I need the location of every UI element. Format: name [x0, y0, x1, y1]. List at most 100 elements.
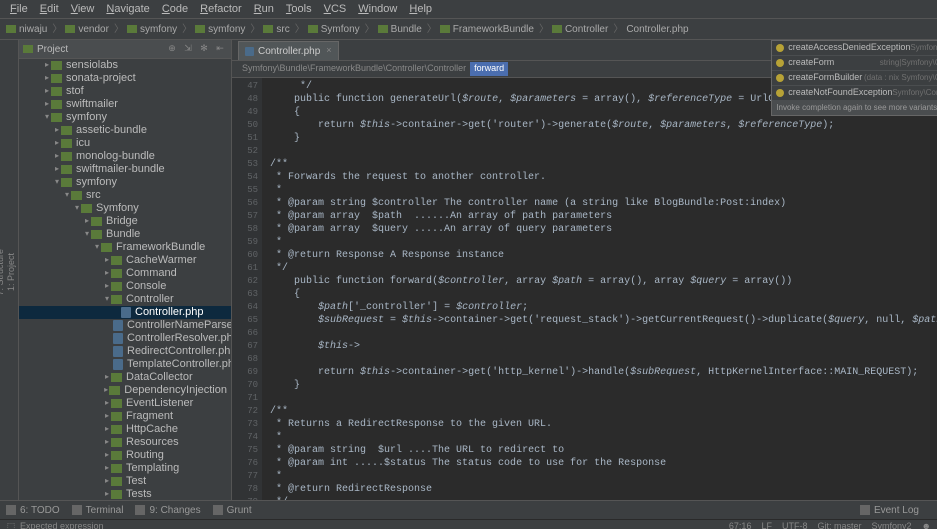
tree-arrow-icon[interactable]: ▸	[103, 450, 111, 460]
tree-arrow-icon[interactable]: ▾	[103, 294, 111, 304]
nav-crumb[interactable]: symfony	[127, 23, 177, 36]
tree-folder[interactable]: ▸HttpCache	[19, 423, 231, 436]
completion-item[interactable]: createFormBuilder(data : nix Symfony\Com…	[772, 71, 937, 86]
tree-folder[interactable]: ▸Templating	[19, 462, 231, 475]
tree-arrow-icon[interactable]: ▸	[53, 164, 61, 174]
menu-view[interactable]: View	[65, 2, 101, 16]
tree-arrow-icon[interactable]: ▸	[103, 489, 111, 499]
tree-arrow-icon[interactable]: ▸	[103, 255, 111, 265]
tree-file[interactable]: RedirectController.php	[19, 345, 231, 358]
git-branch[interactable]: Git: master	[817, 521, 861, 529]
tree-folder[interactable]: ▸Command	[19, 267, 231, 280]
menu-help[interactable]: Help	[403, 2, 438, 16]
tree-arrow-icon[interactable]: ▸	[103, 372, 111, 382]
nav-crumb[interactable]: vendor	[65, 23, 109, 36]
tree-folder[interactable]: ▸monolog-bundle	[19, 150, 231, 163]
tree-arrow-icon[interactable]: ▸	[103, 476, 111, 486]
menu-navigate[interactable]: Navigate	[100, 2, 155, 16]
tree-arrow-icon[interactable]: ▸	[103, 268, 111, 278]
nav-crumb[interactable]: src	[263, 23, 289, 36]
scroll-from-source-icon[interactable]: ⊕	[165, 42, 179, 56]
tree-folder[interactable]: ▸icu	[19, 137, 231, 150]
menu-window[interactable]: Window	[352, 2, 403, 16]
tree-folder[interactable]: ▸Console	[19, 280, 231, 293]
menu-refactor[interactable]: Refactor	[194, 2, 248, 16]
nav-crumb[interactable]: symfony	[195, 23, 245, 36]
bottom-tool-button[interactable]: 9: Changes	[135, 504, 200, 517]
tree-folder[interactable]: ▾src	[19, 189, 231, 202]
menu-file[interactable]: File	[4, 2, 34, 16]
completion-item[interactable]: createFormstring|Symfony\Co Symfony	[772, 56, 937, 71]
tree-arrow-icon[interactable]: ▸	[103, 281, 111, 291]
tree-folder[interactable]: ▾Symfony	[19, 202, 231, 215]
tree-arrow-icon[interactable]: ▸	[103, 437, 111, 447]
bottom-tool-button[interactable]: Grunt	[213, 504, 252, 517]
tree-folder[interactable]: ▸Tests	[19, 488, 231, 500]
tree-arrow-icon[interactable]: ▸	[103, 424, 111, 434]
nav-crumb[interactable]: niwaju	[6, 23, 47, 36]
nav-crumb[interactable]: Bundle	[378, 23, 422, 36]
tool-button[interactable]: 7: Structure	[0, 249, 6, 296]
tree-folder[interactable]: ▸DependencyInjection	[19, 384, 231, 397]
tree-folder[interactable]: ▾Bundle	[19, 228, 231, 241]
tree-arrow-icon[interactable]: ▾	[53, 177, 61, 187]
bottom-tool-button[interactable]: 6: TODO	[6, 504, 60, 517]
nav-crumb[interactable]: FrameworkBundle	[440, 23, 534, 36]
tree-arrow-icon[interactable]: ▾	[73, 203, 81, 213]
close-icon[interactable]: ×	[326, 45, 331, 57]
tool-button[interactable]: 1: Project	[6, 253, 18, 291]
completion-item[interactable]: createNotFoundExceptionSymfony\Component…	[772, 86, 937, 101]
tree-folder[interactable]: ▸stof	[19, 85, 231, 98]
tree-folder[interactable]: ▸assetic-bundle	[19, 124, 231, 137]
tree-folder[interactable]: ▸Routing	[19, 449, 231, 462]
tree-folder[interactable]: ▸Resources	[19, 436, 231, 449]
tree-arrow-icon[interactable]: ▸	[53, 138, 61, 148]
breadcrumb-item[interactable]: Symfony\Bundle\FrameworkBundle\Controlle…	[238, 62, 470, 76]
bottom-tool-button[interactable]: Terminal	[72, 504, 124, 517]
tree-folder[interactable]: ▸EventListener	[19, 397, 231, 410]
collapse-all-icon[interactable]: ⇲	[181, 42, 195, 56]
tree-folder[interactable]: ▸swiftmailer-bundle	[19, 163, 231, 176]
tree-arrow-icon[interactable]: ▸	[43, 73, 51, 83]
tree-arrow-icon[interactable]: ▸	[53, 125, 61, 135]
tree-arrow-icon[interactable]: ▸	[43, 60, 51, 70]
completion-popup[interactable]: createAccessDeniedExceptionSymfony\Compo…	[771, 40, 937, 116]
tree-folder[interactable]: ▸swiftmailer	[19, 98, 231, 111]
editor-tab[interactable]: Controller.php ×	[238, 41, 339, 60]
tree-arrow-icon[interactable]: ▸	[103, 411, 111, 421]
event-log-button[interactable]: Event Log	[860, 504, 919, 517]
code-text[interactable]: */ public function generateUrl($route, $…	[262, 78, 937, 500]
nav-crumb[interactable]: Controller.php	[626, 23, 688, 36]
breadcrumb-item[interactable]: forward	[470, 62, 508, 76]
tool-window-stripe-left[interactable]: 1: Project7: StructureFavoritesSymfony2	[0, 40, 19, 500]
tree-folder[interactable]: ▾Controller	[19, 293, 231, 306]
tree-file[interactable]: TemplateController.php	[19, 358, 231, 371]
tree-folder[interactable]: ▾symfony	[19, 176, 231, 189]
project-tree[interactable]: ▸sensiolabs▸sonata-project▸stof▸swiftmai…	[19, 59, 231, 500]
menu-run[interactable]: Run	[248, 2, 280, 16]
project-tool-title[interactable]: Project	[23, 43, 68, 56]
gear-icon[interactable]: ✻	[197, 42, 211, 56]
tree-arrow-icon[interactable]: ▸	[43, 86, 51, 96]
menu-tools[interactable]: Tools	[280, 2, 318, 16]
tree-arrow-icon[interactable]: ▾	[63, 190, 71, 200]
completion-item[interactable]: createAccessDeniedExceptionSymfony\Compo…	[772, 41, 937, 56]
tree-arrow-icon[interactable]: ▸	[103, 398, 111, 408]
tree-folder[interactable]: ▸Fragment	[19, 410, 231, 423]
tree-arrow-icon[interactable]: ▸	[53, 151, 61, 161]
tree-arrow-icon[interactable]: ▸	[43, 99, 51, 109]
file-encoding[interactable]: UTF-8	[782, 521, 808, 529]
tree-arrow-icon[interactable]: ▾	[43, 112, 51, 122]
tree-arrow-icon[interactable]: ▾	[83, 229, 91, 239]
menu-code[interactable]: Code	[156, 2, 194, 16]
caret-position[interactable]: 67:16	[729, 521, 752, 529]
tree-file[interactable]: ControllerNameParser.php	[19, 319, 231, 332]
tree-folder[interactable]: ▸sonata-project	[19, 72, 231, 85]
tree-arrow-icon[interactable]: ▾	[93, 242, 101, 252]
tree-folder[interactable]: ▾symfony	[19, 111, 231, 124]
tree-folder[interactable]: ▸Test	[19, 475, 231, 488]
line-separator[interactable]: LF	[761, 521, 772, 529]
tree-folder[interactable]: ▸CacheWarmer	[19, 254, 231, 267]
code-editor[interactable]: 4748495051525354555657585960616263646566…	[232, 78, 937, 500]
menu-edit[interactable]: Edit	[34, 2, 65, 16]
